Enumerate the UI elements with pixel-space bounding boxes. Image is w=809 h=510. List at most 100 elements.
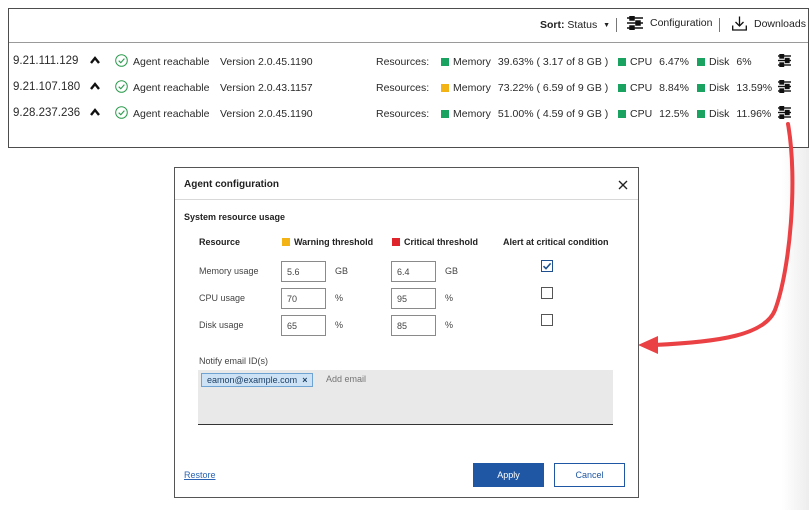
disk-status-swatch [697,110,705,118]
memory-usage: Memory 51.00% ( 4.59 of 9 GB ) [441,108,608,120]
email-input-area[interactable]: eamon@example.com × [198,370,613,425]
download-icon [732,16,747,31]
sliders-icon[interactable] [778,53,791,70]
cpu-warning-input[interactable] [281,288,326,309]
cpu-status-swatch [618,58,626,66]
disk-critical-input[interactable] [391,315,436,336]
warning-swatch [282,238,290,246]
sort-dropdown[interactable]: Sort: Status ▼ [540,19,610,31]
disk-value: 6% [736,56,752,68]
chevron-up-icon[interactable] [89,107,101,120]
memory-usage: Memory 73.22% ( 6.59 of 9 GB ) [441,82,608,94]
disk-usage-label: Disk usage [199,320,244,330]
cpu-status-swatch [618,84,626,92]
cpu-value: 8.84% [659,82,689,94]
notify-email-label: Notify email ID(s) [199,356,269,366]
add-email-input[interactable] [326,374,446,384]
cpu-alert-checkbox[interactable] [541,287,553,299]
cpu-value: 6.47% [659,56,689,68]
disk-critical-unit: % [445,320,454,330]
dialog-title: Agent configuration [184,179,279,190]
downloads-label: Downloads [754,17,806,30]
memory-value: 39.63% ( 3.17 of 8 GB ) [497,56,609,68]
memory-warning-input[interactable] [281,261,326,282]
section-title: System resource usage [184,212,286,222]
disk-status-swatch [697,58,705,66]
sort-value: Status [567,19,598,31]
dialog-divider [175,199,638,200]
memory-status-swatch [441,110,449,118]
sliders-icon[interactable] [778,79,791,96]
memory-label: Memory [453,56,491,68]
cancel-button[interactable]: Cancel [554,463,625,487]
disk-usage: Disk 6% [697,56,752,68]
col-warning-header: Warning threshold [282,237,373,247]
remove-chip-icon[interactable]: × [302,375,307,385]
configuration-button[interactable]: Configuration [627,16,712,30]
cpu-value: 12.5% [659,108,689,120]
chevron-up-icon[interactable] [89,81,101,94]
agent-version: Version 2.0.43.1157 [220,82,313,94]
cpu-warning-unit: % [335,293,344,303]
email-chip-label: eamon@example.com [207,375,298,385]
disk-label: Disk [709,108,730,120]
resources-label: Resources: [376,56,430,68]
chevron-up-icon[interactable] [89,55,101,68]
toolbar: Sort: Status ▼ Configuration Downloads [9,9,808,43]
agent-status: Agent reachable [133,56,210,68]
downloads-button[interactable]: Downloads [732,16,806,31]
email-chip[interactable]: eamon@example.com × [201,373,314,387]
arrow-curve [652,122,795,347]
check-circle-icon [115,106,128,122]
warning-header-label: Warning threshold [294,237,374,247]
disk-warning-unit: % [335,320,344,330]
disk-usage: Disk 13.59% [697,82,772,94]
col-alert-header: Alert at critical condition [503,237,609,247]
col-resource-header: Resource [199,237,241,247]
memory-label: Memory [453,82,491,94]
disk-status-swatch [697,84,705,92]
agent-ip: 9.21.107.180 [13,81,81,93]
arrow-head [638,336,658,354]
cpu-usage-label: CPU usage [199,293,246,303]
disk-warning-input[interactable] [281,315,326,336]
agent-status: Agent reachable [133,82,210,94]
col-critical-header: Critical threshold [392,237,478,247]
critical-swatch [392,238,400,246]
disk-alert-checkbox[interactable] [541,314,553,326]
caret-down-icon: ▼ [603,22,611,29]
agent-ip: 9.21.111.129 [13,55,79,67]
cpu-status-swatch [618,110,626,118]
memory-warning-unit: GB [335,266,349,276]
cpu-usage: CPU 8.84% [618,82,689,94]
cpu-critical-input[interactable] [391,288,436,309]
agent-status: Agent reachable [133,108,210,120]
memory-value: 73.22% ( 6.59 of 9 GB ) [497,82,609,94]
cpu-critical-unit: % [445,293,454,303]
cpu-usage: CPU 12.5% [618,108,689,120]
sliders-icon [627,16,643,30]
memory-label: Memory [453,108,491,120]
memory-critical-unit: GB [445,266,459,276]
cpu-label: CPU [630,108,653,120]
toolbar-separator [616,18,617,32]
curved-arrow-icon [638,122,795,354]
memory-status-swatch [441,84,449,92]
configuration-label: Configuration [650,17,713,29]
restore-link[interactable]: Restore [184,470,216,480]
disk-value: 11.96% [736,108,772,120]
cpu-usage: CPU 6.47% [618,56,689,68]
memory-status-swatch [441,58,449,66]
toolbar-separator [719,18,720,32]
apply-button[interactable]: Apply [473,463,544,487]
agent-configuration-dialog: Agent configuration System resource usag… [174,167,639,498]
memory-critical-input[interactable] [391,261,436,282]
check-circle-icon [115,54,128,70]
memory-value: 51.00% ( 4.59 of 9 GB ) [497,108,609,120]
cpu-label: CPU [630,56,653,68]
agent-version: Version 2.0.45.1190 [220,108,313,120]
disk-label: Disk [709,56,730,68]
agent-row: 9.21.107.180 Agent reachable Version 2.0… [9,75,808,101]
close-icon[interactable] [618,177,628,195]
memory-alert-checkbox[interactable] [541,260,553,272]
